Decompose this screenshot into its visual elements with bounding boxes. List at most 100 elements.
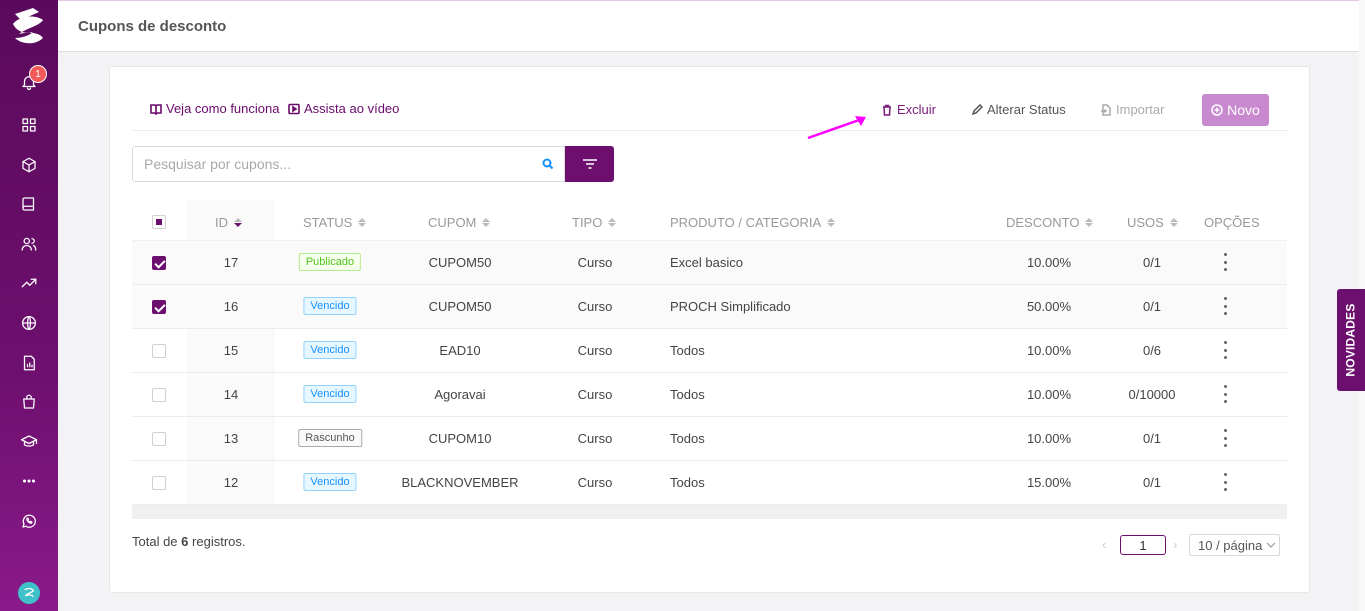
cell-desconto: 10.00% — [1026, 255, 1072, 270]
cell-tipo: Curso — [577, 387, 613, 402]
status-badge: Rascunho — [298, 429, 362, 447]
book-icon[interactable] — [17, 192, 41, 216]
sort-icon — [482, 218, 491, 227]
row-options-icon[interactable] — [1224, 473, 1228, 491]
column-header-desconto[interactable]: DESCONTO — [1006, 215, 1094, 230]
row-checkbox[interactable] — [152, 344, 166, 358]
row-checkbox[interactable] — [152, 300, 166, 314]
graduation-cap-icon[interactable] — [17, 430, 41, 454]
cell-id: 14 — [223, 387, 239, 402]
row-options-icon[interactable] — [1224, 297, 1228, 315]
column-header-tipo[interactable]: TIPO — [572, 215, 617, 230]
pagination-page-input[interactable]: 1 — [1120, 535, 1166, 555]
table-row[interactable]: 13 Rascunho CUPOM10 Curso Todos 10.00% 0/1 — [132, 417, 1287, 461]
pagination-next-icon[interactable]: › — [1173, 537, 1183, 552]
users-icon[interactable] — [17, 232, 41, 256]
report-icon[interactable] — [17, 351, 41, 375]
status-badge: Vencido — [303, 473, 357, 491]
cell-usos: 0/1 — [1142, 299, 1162, 314]
column-header-status[interactable]: STATUS — [303, 215, 367, 230]
cell-desconto: 10.00% — [1026, 431, 1072, 446]
sort-icon — [827, 218, 836, 227]
cell-cupom: EAD10 — [439, 343, 481, 358]
cell-id: 16 — [223, 299, 239, 314]
cell-usos: 0/1 — [1142, 255, 1162, 270]
table-row[interactable]: 15 Vencido EAD10 Curso Todos 10.00% 0/6 — [132, 329, 1287, 373]
top-bar: Cupons de desconto — [58, 0, 1365, 52]
avatar[interactable] — [18, 582, 40, 604]
notification-badge: 1 — [29, 65, 47, 83]
plus-circle-icon — [1211, 104, 1223, 116]
watch-video-link[interactable]: Assista ao vídeo — [288, 101, 399, 116]
table-row[interactable]: 12 Vencido BLACKNOVEMBER Curso Todos 15.00% 0/… — [132, 461, 1287, 505]
sidebar: 1 — [0, 0, 58, 611]
new-coupon-button[interactable]: Novo — [1202, 94, 1269, 126]
shopping-bag-icon[interactable] — [17, 390, 41, 414]
import-label: Importar — [1116, 102, 1165, 117]
cell-tipo: Curso — [577, 299, 613, 314]
more-dots-icon[interactable] — [17, 469, 41, 493]
cell-cupom: CUPOM50 — [428, 299, 492, 314]
status-badge: Vencido — [303, 341, 357, 359]
row-checkbox[interactable] — [152, 388, 166, 402]
cell-tipo: Curso — [577, 343, 613, 358]
delete-button[interactable]: Excluir — [881, 102, 936, 117]
toolbar-divider — [132, 130, 1287, 131]
column-header-opcoes: OPÇÕES — [1204, 215, 1260, 230]
cell-cupom: CUPOM50 — [428, 255, 492, 270]
table-body: 17 Publicado CUPOM50 Curso Excel basico 10.00… — [132, 241, 1287, 505]
column-header-id[interactable]: ID — [215, 215, 242, 230]
row-options-icon[interactable] — [1224, 341, 1228, 359]
cell-produto: Todos — [670, 475, 705, 490]
how-it-works-label: Veja como funciona — [166, 101, 280, 116]
how-it-works-link[interactable]: Veja como funciona — [150, 101, 279, 116]
filter-button[interactable] — [565, 146, 614, 182]
table-row[interactable]: 16 Vencido CUPOM50 Curso PROCH Simplificado 5… — [132, 285, 1287, 329]
sort-icon — [1085, 218, 1094, 227]
page-size-value: 10 / página — [1198, 537, 1263, 553]
import-icon — [1101, 103, 1111, 116]
column-header-produto[interactable]: PRODUTO / CATEGORIA — [670, 215, 836, 230]
page-size-select[interactable]: 10 / página — [1189, 534, 1280, 556]
row-options-icon[interactable] — [1224, 385, 1228, 403]
pencil-icon — [971, 103, 983, 115]
cell-produto: Excel basico — [670, 255, 743, 270]
search-icon[interactable] — [542, 158, 554, 170]
row-checkbox[interactable] — [152, 256, 166, 270]
status-badge: Vencido — [303, 385, 357, 403]
status-badge: Publicado — [298, 253, 362, 271]
table-horizontal-scrollbar[interactable] — [132, 505, 1287, 519]
import-button[interactable]: Importar — [1100, 102, 1164, 117]
globe-icon[interactable] — [17, 311, 41, 335]
search-input[interactable] — [133, 147, 533, 181]
sort-icon — [1169, 218, 1178, 227]
change-status-button[interactable]: Alterar Status — [971, 102, 1066, 117]
column-header-cupom[interactable]: CUPOM — [428, 215, 491, 230]
cell-usos: 0/10000 — [1128, 387, 1176, 402]
chevron-down-icon — [1266, 542, 1276, 548]
table-row[interactable]: 14 Vencido Agoravai Curso Todos 10.00% 0/10000 — [132, 373, 1287, 417]
sort-icon — [358, 218, 367, 227]
row-checkbox[interactable] — [152, 432, 166, 446]
trending-up-icon[interactable] — [17, 271, 41, 295]
coupons-table: ID STATUS CUPOM TIPO PRODUTO / CATEGORIA… — [132, 200, 1287, 519]
column-header-usos[interactable]: USOS — [1127, 215, 1178, 230]
open-book-icon — [150, 103, 162, 115]
row-checkbox[interactable] — [152, 476, 166, 490]
table-row[interactable]: 17 Publicado CUPOM50 Curso Excel basico 10.00… — [132, 241, 1287, 285]
row-options-icon[interactable] — [1224, 253, 1228, 271]
cell-id: 15 — [223, 343, 239, 358]
pagination-prev-icon[interactable]: ‹ — [1102, 537, 1112, 552]
cube-icon[interactable] — [17, 153, 41, 177]
dashboard-grid-icon[interactable] — [17, 113, 41, 137]
watch-video-label: Assista ao vídeo — [304, 101, 400, 116]
novidades-tab[interactable]: NOVIDADES — [1337, 289, 1365, 391]
cell-tipo: Curso — [577, 255, 613, 270]
row-options-icon[interactable] — [1224, 429, 1228, 447]
search-box — [132, 146, 565, 182]
new-coupon-label: Novo — [1227, 102, 1260, 118]
select-all-checkbox[interactable] — [152, 215, 166, 229]
brand-logo-icon[interactable] — [9, 4, 49, 48]
whatsapp-icon[interactable] — [17, 509, 41, 533]
cell-produto: Todos — [670, 387, 705, 402]
